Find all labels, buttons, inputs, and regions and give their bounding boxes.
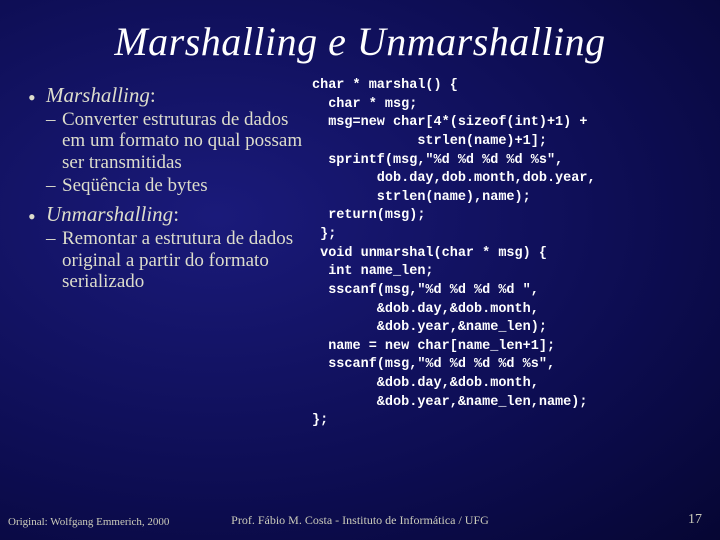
colon: : [173,202,179,226]
colon: : [150,83,156,107]
footer: Original: Wolfgang Emmerich, 2000 Prof. … [0,513,720,528]
sub-bullet: Seqüência de bytes [28,175,308,196]
sub-bullet: Converter estruturas de dados em um form… [28,109,308,173]
code-column: char * marshal() { char * msg; msg=new c… [308,77,702,431]
bullet-label: Marshalling [46,83,150,107]
slide-title: Marshalling e Unmarshalling [0,18,720,65]
content-area: Marshalling: Converter estruturas de dad… [0,77,720,431]
page-number: 17 [688,512,702,528]
bullet-unmarshalling: Unmarshalling: [28,202,308,226]
sub-bullet: Remontar a estrutura de dados original a… [28,228,308,292]
footer-attribution: Original: Wolfgang Emmerich, 2000 [8,516,169,528]
slide: Marshalling e Unmarshalling Marshalling:… [0,0,720,540]
bullet-label: Unmarshalling [46,202,173,226]
bullet-column: Marshalling: Converter estruturas de dad… [28,77,308,431]
bullet-marshalling: Marshalling: [28,83,308,107]
code-block: char * marshal() { char * msg; msg=new c… [312,77,702,431]
